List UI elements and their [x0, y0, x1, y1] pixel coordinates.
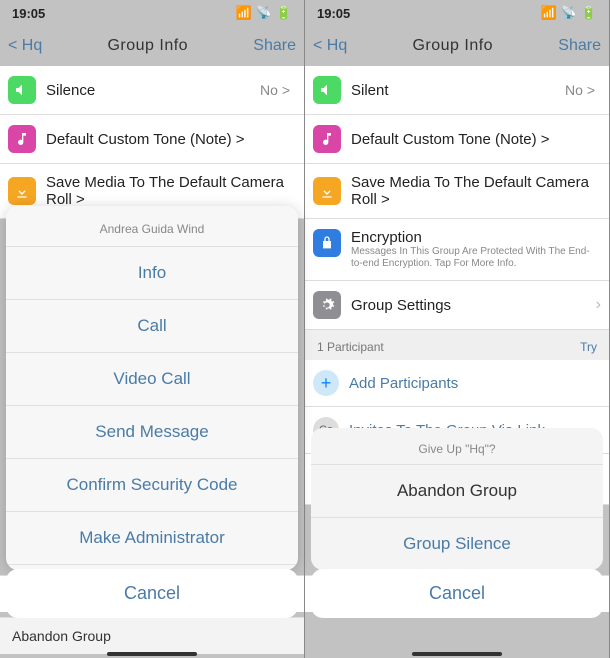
- row-add-participants[interactable]: + Add Participants: [305, 360, 609, 407]
- silent-value: No >: [565, 82, 595, 98]
- music-icon: [8, 125, 36, 153]
- chevron-right-icon: ›: [596, 296, 601, 314]
- add-label: Add Participants: [349, 375, 601, 392]
- status-bar: 19:05 📶 📡 🔋: [0, 0, 304, 26]
- signal-icon: 📶: [235, 5, 251, 21]
- row-tone[interactable]: Default Custom Tone (Note) >: [0, 115, 304, 164]
- participant-count: 1 Participant: [317, 340, 384, 354]
- wifi-icon: 📡: [256, 5, 272, 21]
- home-indicator: [412, 652, 502, 656]
- nav-bar: < Hq Group Info Share: [305, 26, 609, 66]
- participants-header: 1 Participant Try: [305, 330, 609, 360]
- sheet-silence[interactable]: Group Silence: [311, 517, 603, 570]
- sheet-info[interactable]: Info: [6, 246, 298, 299]
- phone-right: 19:05 📶 📡 🔋 < Hq Group Info Share Silent…: [305, 0, 610, 658]
- tone-label: Default Custom Tone (Note) >: [351, 131, 601, 148]
- download-icon: [313, 177, 341, 205]
- status-time: 19:05: [317, 6, 350, 21]
- cancel-button[interactable]: Cancel: [311, 569, 603, 618]
- action-sheet: Andrea Guida Wind Info Call Video Call S…: [6, 206, 298, 570]
- signal-icon: 📶: [540, 5, 556, 21]
- row-encryption[interactable]: Encryption Messages In This Group Are Pr…: [305, 219, 609, 281]
- encryption-sub: Messages In This Group Are Protected Wit…: [351, 246, 601, 270]
- sheet-title: Andrea Guida Wind: [6, 206, 298, 246]
- share-button[interactable]: Share: [558, 37, 601, 55]
- row-silent[interactable]: Silent No >: [305, 66, 609, 115]
- row-tone[interactable]: Default Custom Tone (Note) >: [305, 115, 609, 164]
- silent-label: Silent: [351, 82, 565, 99]
- back-button[interactable]: < Hq: [313, 37, 347, 55]
- status-indicators: 📶 📡 🔋: [540, 5, 597, 21]
- status-bar: 19:05 📶 📡 🔋: [305, 0, 609, 26]
- share-button[interactable]: Share: [253, 37, 296, 55]
- group-settings-label: Group Settings: [351, 297, 596, 314]
- gear-icon: [313, 291, 341, 319]
- silence-label: Silence: [46, 82, 260, 99]
- plus-icon: +: [313, 370, 339, 396]
- action-sheet: Give Up "Hq"? Abandon Group Group Silenc…: [311, 428, 603, 570]
- sheet-call[interactable]: Call: [6, 299, 298, 352]
- phone-left: 19:05 📶 📡 🔋 < Hq Group Info Share Silenc…: [0, 0, 305, 658]
- row-silence[interactable]: Silence No >: [0, 66, 304, 115]
- sheet-video[interactable]: Video Call: [6, 352, 298, 405]
- cancel-button[interactable]: Cancel: [6, 569, 298, 618]
- music-icon: [313, 125, 341, 153]
- silence-value: No >: [260, 82, 290, 98]
- battery-icon: 🔋: [581, 5, 597, 21]
- sheet-title: Give Up "Hq"?: [311, 428, 603, 464]
- sheet-confirm[interactable]: Confirm Security Code: [6, 458, 298, 511]
- status-indicators: 📶 📡 🔋: [235, 5, 292, 21]
- home-indicator: [107, 652, 197, 656]
- lock-icon: [313, 229, 341, 257]
- encryption-label: Encryption: [351, 229, 601, 246]
- speaker-icon: [8, 76, 36, 104]
- settings-list: Silence No > Default Custom Tone (Note) …: [0, 66, 304, 219]
- sheet-admin[interactable]: Make Administrator: [6, 511, 298, 564]
- row-group-settings[interactable]: Group Settings ›: [305, 281, 609, 330]
- page-title: Group Info: [412, 37, 493, 55]
- speaker-icon: [313, 76, 341, 104]
- row-media[interactable]: Save Media To The Default Camera Roll >: [305, 164, 609, 219]
- nav-bar: < Hq Group Info Share: [0, 26, 304, 66]
- download-icon: [8, 177, 36, 205]
- battery-icon: 🔋: [276, 5, 292, 21]
- tone-label: Default Custom Tone (Note) >: [46, 131, 296, 148]
- wifi-icon: 📡: [561, 5, 577, 21]
- media-label: Save Media To The Default Camera Roll >: [46, 174, 296, 208]
- sheet-abandon[interactable]: Abandon Group: [311, 464, 603, 517]
- sheet-send[interactable]: Send Message: [6, 405, 298, 458]
- status-time: 19:05: [12, 6, 45, 21]
- back-button[interactable]: < Hq: [8, 37, 42, 55]
- participants-try[interactable]: Try: [580, 340, 597, 354]
- page-title: Group Info: [107, 37, 188, 55]
- abandon-row[interactable]: Abandon Group: [0, 617, 304, 654]
- media-label: Save Media To The Default Camera Roll >: [351, 174, 601, 208]
